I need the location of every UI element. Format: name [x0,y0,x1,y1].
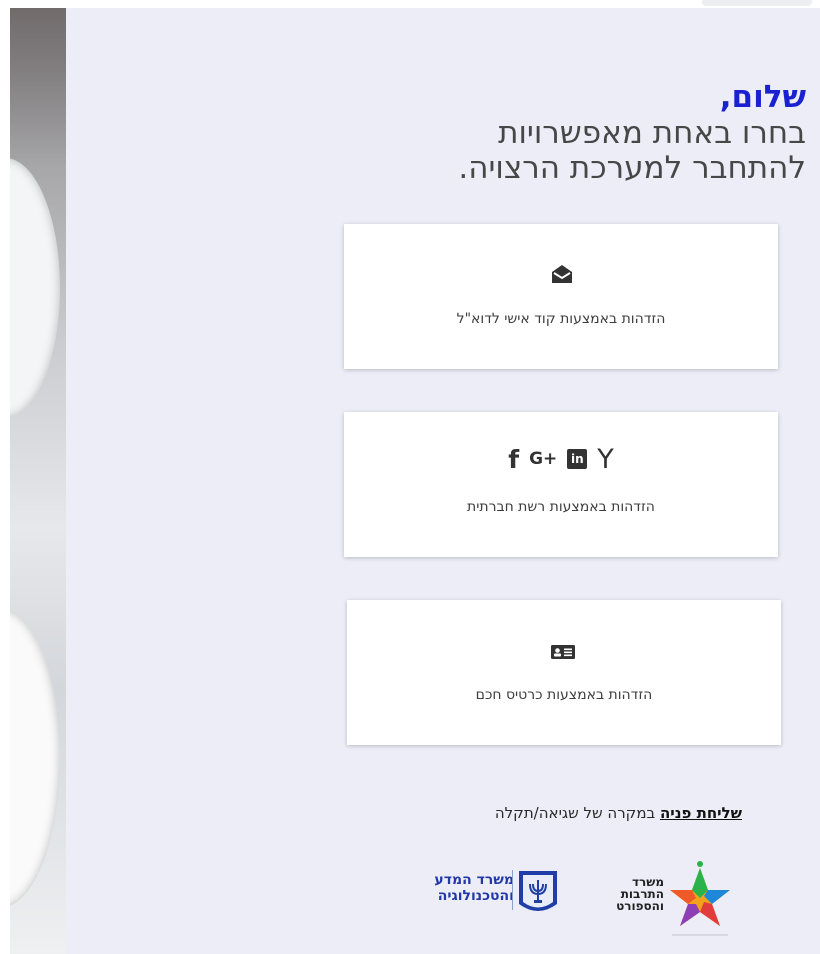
send-inquiry-link[interactable]: שליחת פניה [660,804,742,822]
social-icons-row: f G+ in Y [344,443,778,475]
photo-plate [10,608,60,908]
background-photo [10,8,66,954]
culture-ministry-name: משרד התרבות והספורט [604,876,664,912]
yahoo-icon: Y [597,443,614,475]
email-code-login-label: הזדהות באמצעות קוד אישי לדוא"ל [456,311,666,327]
science-ministry-logo: משרד המדע והטכנולוגיה [394,864,564,934]
facebook-icon: f [508,444,520,474]
science-ministry-name: משרד המדע והטכנולוגיה [384,872,514,904]
subtitle-line-2: להתחבר למערכת הרצויה. [458,150,806,186]
photo-shade [10,8,66,168]
support-line: שליחת פניה במקרה של שגיאה/תקלה [142,804,742,822]
support-text: במקרה של שגיאה/תקלה [494,804,660,822]
logo-divider [512,870,513,910]
culture-ministry-line-3: והספורט [616,899,664,913]
social-network-login-option[interactable]: f G+ in Y הזדהות באמצעות רשת חברתית [344,412,778,557]
science-ministry-line-1: משרד המדע [434,872,514,888]
top-bar-tab [702,0,812,6]
linkedin-icon: in [567,449,588,469]
envelope-open-icon [552,265,572,283]
photo-plate [10,158,60,418]
top-bar [0,0,820,8]
state-emblem-icon [519,871,557,911]
smart-card-login-option[interactable]: הזדהות באמצעות כרטיס חכם [347,600,781,745]
page-heading: שלום, בחרו באחת מאפשרויות להתחבר למערכת … [206,78,806,186]
social-network-login-label: הזדהות באמצעות רשת חברתית [467,499,655,515]
star-logo-icon [670,861,730,936]
smart-card-login-label: הזדהות באמצעות כרטיס חכם [475,687,653,703]
greeting-title: שלום, [719,79,806,115]
id-card-icon [551,645,575,659]
subtitle-line-1: בחרו באחת מאפשרויות [498,115,806,151]
science-ministry-line-2: והטכנולוגיה [437,888,514,904]
google-plus-icon: G+ [529,449,558,469]
culture-sport-ministry-logo: משרד התרבות והספורט [604,860,744,940]
email-code-login-option[interactable]: הזדהות באמצעות קוד אישי לדוא"ל [344,224,778,369]
